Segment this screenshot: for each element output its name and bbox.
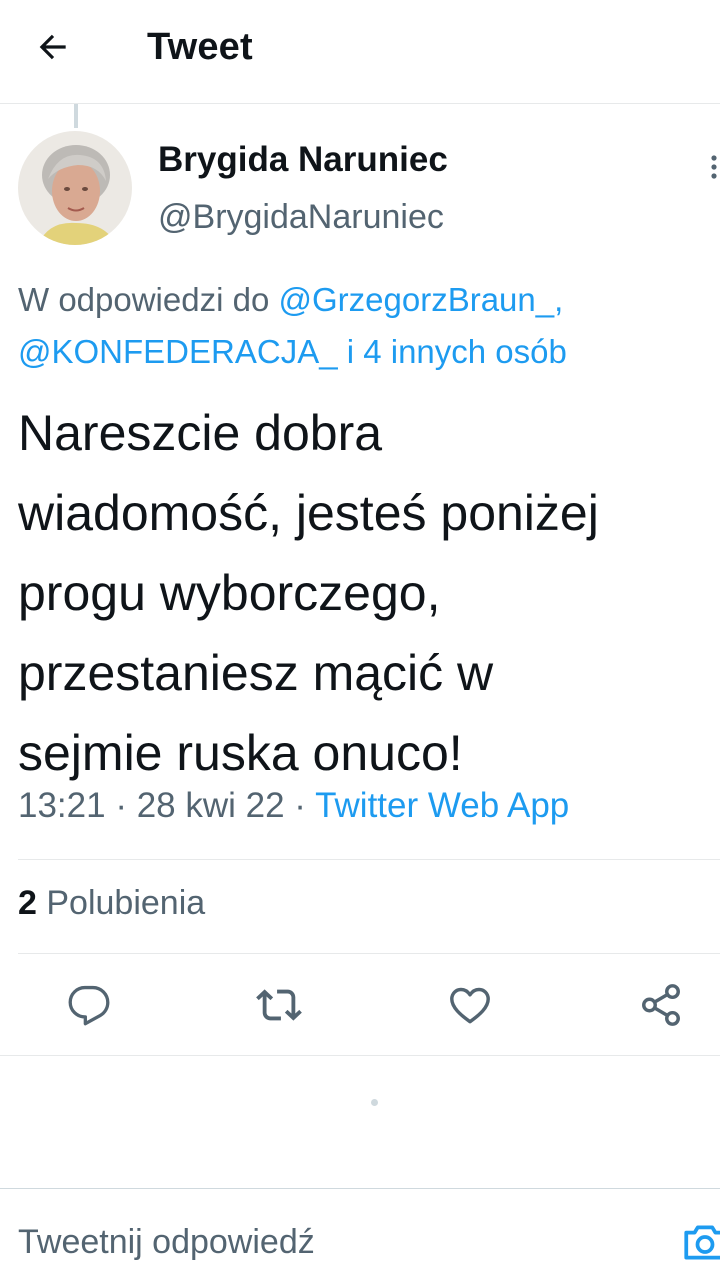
divider (18, 953, 720, 954)
divider (18, 859, 720, 860)
share-icon (642, 984, 680, 1026)
reply-context: W odpowiedzi do @GrzegorzBraun_, @KONFED… (18, 274, 708, 378)
loading-indicator (371, 1099, 378, 1106)
avatar[interactable] (18, 131, 132, 245)
tweet-source-link[interactable]: Twitter Web App (315, 786, 569, 825)
mention-link-grzegorzbraun[interactable]: @GrzegorzBraun_, (278, 281, 563, 318)
reply-prefix: W odpowiedzi do (18, 281, 279, 318)
camera-icon (684, 1225, 720, 1260)
back-button[interactable] (28, 22, 78, 72)
divider (0, 1055, 720, 1056)
tweet-time[interactable]: 13:21 (18, 786, 106, 825)
author-display-name[interactable]: Brygida Naruniec (158, 140, 448, 180)
tweet-text-line: wiadomość, jesteś poniżej (18, 485, 599, 541)
mention-link-konfederacja[interactable]: @KONFEDERACJA_ (18, 333, 338, 370)
reply-icon (68, 985, 110, 1026)
likes-label: Polubienia (36, 884, 206, 922)
tweet-text-line: sejmie ruska onuco! (18, 725, 463, 781)
likes-count: 2 (18, 884, 37, 922)
tweet-date[interactable]: 28 kwi 22 (137, 786, 285, 825)
more-options-button[interactable] (700, 150, 720, 190)
heart-icon (450, 987, 490, 1024)
author-handle[interactable]: @BrygidaNaruniec (158, 198, 444, 237)
like-button[interactable] (445, 980, 495, 1030)
reply-input[interactable]: Tweetnij odpowiedź (18, 1223, 315, 1262)
tweet-text-line: Nareszcie dobra (18, 405, 383, 461)
page-title: Tweet (147, 26, 253, 68)
top-app-bar: Tweet (0, 0, 720, 104)
meta-separator: · (284, 786, 316, 825)
others-link[interactable]: i 4 innych osób (338, 333, 567, 370)
reply-composer-bar: Tweetnij odpowiedź (0, 1188, 720, 1280)
tweet-meta: 13:21 · 28 kwi 22 · Twitter Web App (18, 786, 569, 826)
tweet-action-bar (0, 964, 720, 1048)
more-vertical-icon (711, 155, 717, 179)
reply-button[interactable] (64, 980, 114, 1030)
avatar-image (18, 131, 132, 245)
share-button[interactable] (636, 980, 686, 1030)
tweet-text: Nareszcie dobra wiadomość, jesteś poniże… (18, 393, 718, 793)
retweet-button[interactable] (254, 980, 304, 1030)
arrow-left-icon (39, 34, 66, 60)
likes-stat[interactable]: 2 Polubienia (18, 884, 205, 923)
camera-button[interactable] (680, 1217, 720, 1267)
tweet-text-line: progu wyborczego, (18, 565, 441, 621)
tweet-text-line: przestaniesz mącić w (18, 645, 494, 701)
meta-separator: · (105, 786, 137, 825)
thread-connector-line (74, 104, 78, 128)
retweet-icon (256, 989, 302, 1021)
